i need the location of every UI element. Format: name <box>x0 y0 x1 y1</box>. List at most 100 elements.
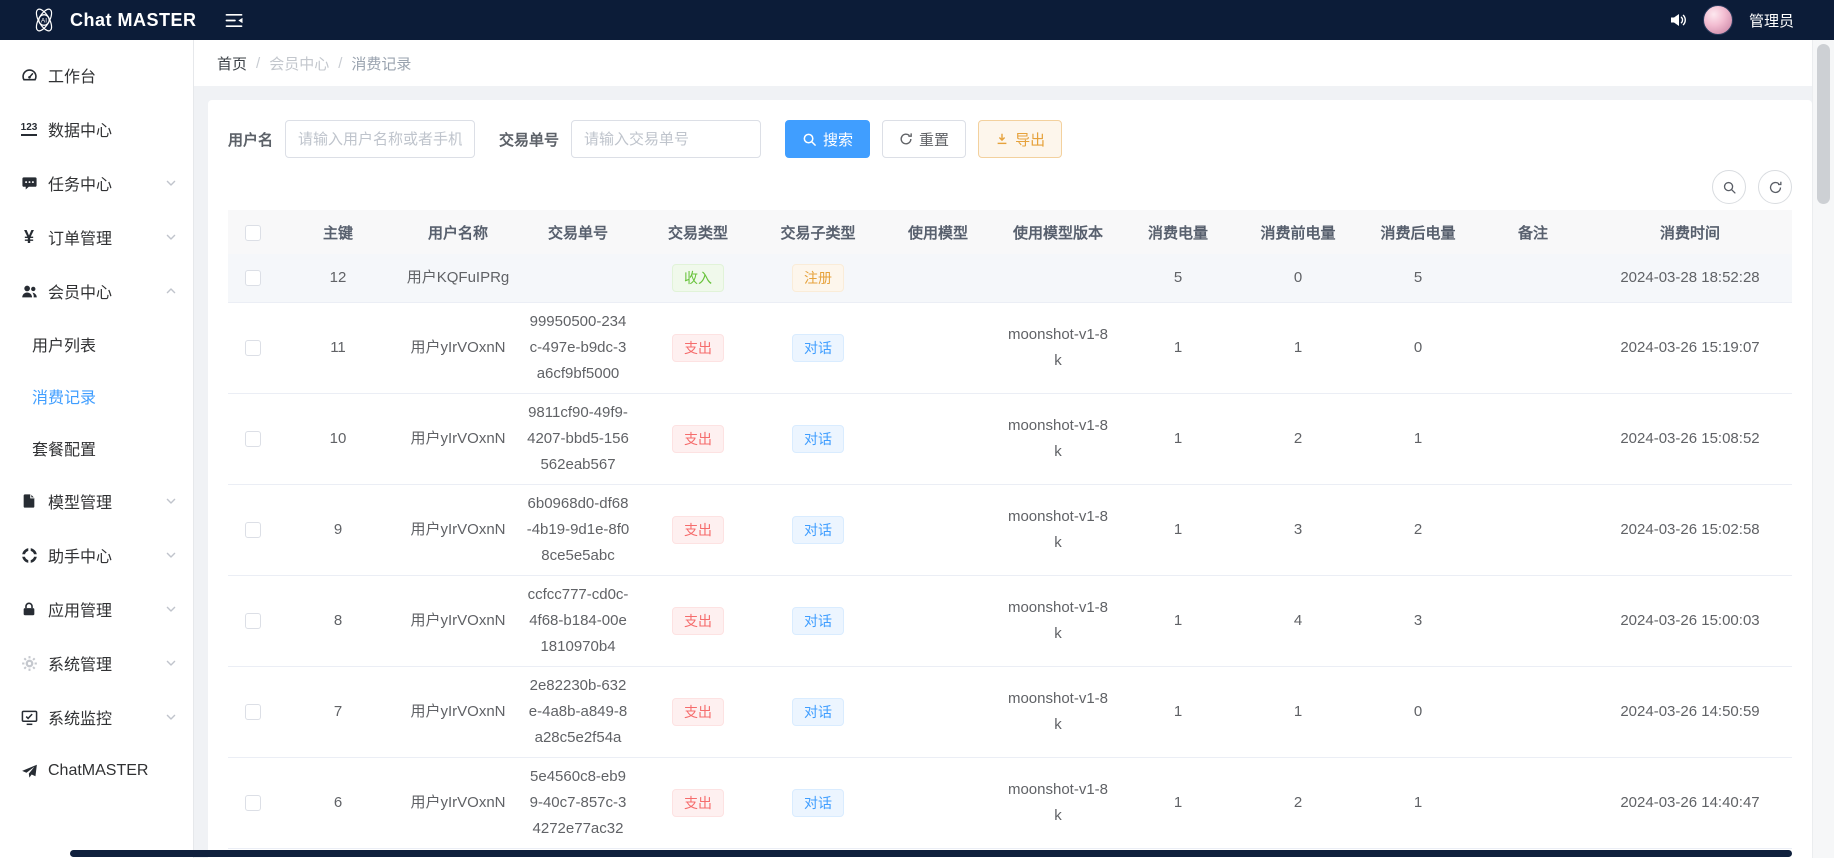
top-navbar: AI Chat MASTER 管理员 <box>0 0 1834 40</box>
cell-time: 2024-03-26 15:00:03 <box>1588 575 1792 666</box>
chevron-down-icon <box>165 231 177 243</box>
aperture-icon <box>19 547 39 564</box>
sidebar-subitem[interactable]: 用户列表 <box>0 318 193 370</box>
transaction-type-tag: 支出 <box>672 607 724 635</box>
cell-power-before: 3 <box>1238 484 1358 575</box>
cell-power-before: 0 <box>1238 254 1358 302</box>
table-row: 7用户yIrVOxnN2e82230b-632e-4a8b-a849-8a28c… <box>228 666 1792 757</box>
horizontal-scrollbar-thumb[interactable] <box>70 850 1792 857</box>
table-body: 12用户KQFuIPRg收入注册5052024-03-28 18:52:2811… <box>228 254 1792 848</box>
column-header: 交易单号 <box>518 210 638 254</box>
cell-version: moonshot-v1-8k <box>998 666 1118 757</box>
cell-version: moonshot-v1-8k <box>998 302 1118 393</box>
sidebar-item-document[interactable]: 模型管理 <box>0 474 193 528</box>
column-header: 使用模型 <box>878 210 998 254</box>
document-icon <box>19 493 39 509</box>
table-row: 9用户yIrVOxnN6b0968d0-df68-4b19-9d1e-8f08c… <box>228 484 1792 575</box>
toggle-search-button[interactable] <box>1712 170 1746 204</box>
sidebar-menu: 工作台 123数据中心任务中心 ¥ 订单管理会员中心用户列表消费记录套餐配置模型管理助… <box>0 48 193 798</box>
row-checkbox[interactable] <box>245 431 261 447</box>
row-checkbox[interactable] <box>245 270 261 286</box>
cell-power-before: 4 <box>1238 575 1358 666</box>
cell-power: 1 <box>1118 484 1238 575</box>
sidebar-item-aperture[interactable]: 助手中心 <box>0 528 193 582</box>
sidebar-subitem-label: 消费记录 <box>32 384 96 408</box>
row-checkbox[interactable] <box>245 704 261 720</box>
cell-version: moonshot-v1-8k <box>998 575 1118 666</box>
sidebar-subitem[interactable]: 套餐配置 <box>0 422 193 474</box>
txn-input[interactable] <box>571 120 761 158</box>
refresh-table-button[interactable] <box>1758 170 1792 204</box>
transaction-type-tag: 支出 <box>672 334 724 362</box>
sidebar-item-monitor[interactable]: 系统监控 <box>0 690 193 744</box>
magnifier-icon <box>802 132 817 147</box>
transaction-subtype-tag: 对话 <box>792 425 844 453</box>
sidebar-item-dashboard[interactable]: 工作台 <box>0 48 193 102</box>
cell-time: 2024-03-26 15:19:07 <box>1588 302 1792 393</box>
sidebar-subitem-label: 用户列表 <box>32 332 96 356</box>
row-checkbox[interactable] <box>245 522 261 538</box>
cell-remark <box>1478 666 1588 757</box>
cell-time: 2024-03-26 14:40:47 <box>1588 757 1792 848</box>
cell-subtype: 对话 <box>758 484 878 575</box>
cell-remark <box>1478 757 1588 848</box>
sidebar-item-data[interactable]: 123数据中心 <box>0 102 193 156</box>
cell-power-after: 1 <box>1358 757 1478 848</box>
cell-model <box>878 757 998 848</box>
cell-power-after: 5 <box>1358 254 1478 302</box>
yen-icon: ¥ <box>19 228 39 246</box>
cell-type: 收入 <box>638 254 758 302</box>
cell-user: 用户KQFuIPRg <box>398 254 518 302</box>
breadcrumb-separator: / <box>256 55 260 72</box>
sidebar-item-users[interactable]: 会员中心 <box>0 264 193 318</box>
export-button-label: 导出 <box>1015 129 1045 150</box>
sidebar-item-chat[interactable]: 任务中心 <box>0 156 193 210</box>
brand: AI Chat MASTER <box>30 6 208 34</box>
cell-power: 1 <box>1118 302 1238 393</box>
cell-power-before: 1 <box>1238 666 1358 757</box>
search-button[interactable]: 搜索 <box>785 120 870 158</box>
table-header-row: 主键用户名称交易单号交易类型交易子类型使用模型使用模型版本消费电量消费前电量消费… <box>228 210 1792 254</box>
sidebar-item-label: 订单管理 <box>48 225 112 249</box>
download-icon <box>995 132 1009 146</box>
sidebar-item-lock[interactable]: 应用管理 <box>0 582 193 636</box>
cell-id: 9 <box>278 484 398 575</box>
vertical-scrollbar-thumb[interactable] <box>1817 44 1830 204</box>
collapse-menu-icon[interactable] <box>224 12 244 29</box>
cell-type: 支出 <box>638 302 758 393</box>
breadcrumb-item: 会员中心 <box>269 53 329 74</box>
vertical-scrollbar[interactable] <box>1812 40 1834 858</box>
username-input[interactable] <box>285 120 475 158</box>
row-checkbox[interactable] <box>245 613 261 629</box>
row-checkbox[interactable] <box>245 795 261 811</box>
sidebar-subitem[interactable]: 消费记录 <box>0 370 193 422</box>
cell-remark <box>1478 393 1588 484</box>
column-header: 主键 <box>278 210 398 254</box>
cell-select <box>228 575 278 666</box>
breadcrumb-item[interactable]: 首页 <box>217 53 247 74</box>
sound-icon[interactable] <box>1669 11 1687 29</box>
select-all-checkbox[interactable] <box>245 225 261 241</box>
cell-version: moonshot-v1-8k <box>998 484 1118 575</box>
table-row: 11用户yIrVOxnN99950500-234c-497e-b9dc-3a6c… <box>228 302 1792 393</box>
cell-remark <box>1478 484 1588 575</box>
sidebar-item-paper-plane[interactable]: ChatMASTER <box>0 744 193 798</box>
cell-txn: 5e4560c8-eb99-40c7-857c-34272e77ac32 <box>518 757 638 848</box>
export-button[interactable]: 导出 <box>978 120 1062 158</box>
column-header: 消费后电量 <box>1358 210 1478 254</box>
cell-select <box>228 393 278 484</box>
user-avatar[interactable] <box>1703 5 1733 35</box>
cell-user: 用户yIrVOxnN <box>398 666 518 757</box>
sidebar-item-yen[interactable]: ¥ 订单管理 <box>0 210 193 264</box>
row-checkbox[interactable] <box>245 340 261 356</box>
reset-button[interactable]: 重置 <box>882 120 966 158</box>
transaction-type-tag: 支出 <box>672 516 724 544</box>
cell-txn <box>518 254 638 302</box>
sidebar-item-gear[interactable]: 系统管理 <box>0 636 193 690</box>
cell-user: 用户yIrVOxnN <box>398 393 518 484</box>
paper-plane-icon <box>19 763 39 780</box>
sidebar-item-label: 模型管理 <box>48 489 112 513</box>
sidebar-item-label: 工作台 <box>48 63 96 87</box>
cell-time: 2024-03-26 15:02:58 <box>1588 484 1792 575</box>
txn-label: 交易单号 <box>499 129 559 150</box>
